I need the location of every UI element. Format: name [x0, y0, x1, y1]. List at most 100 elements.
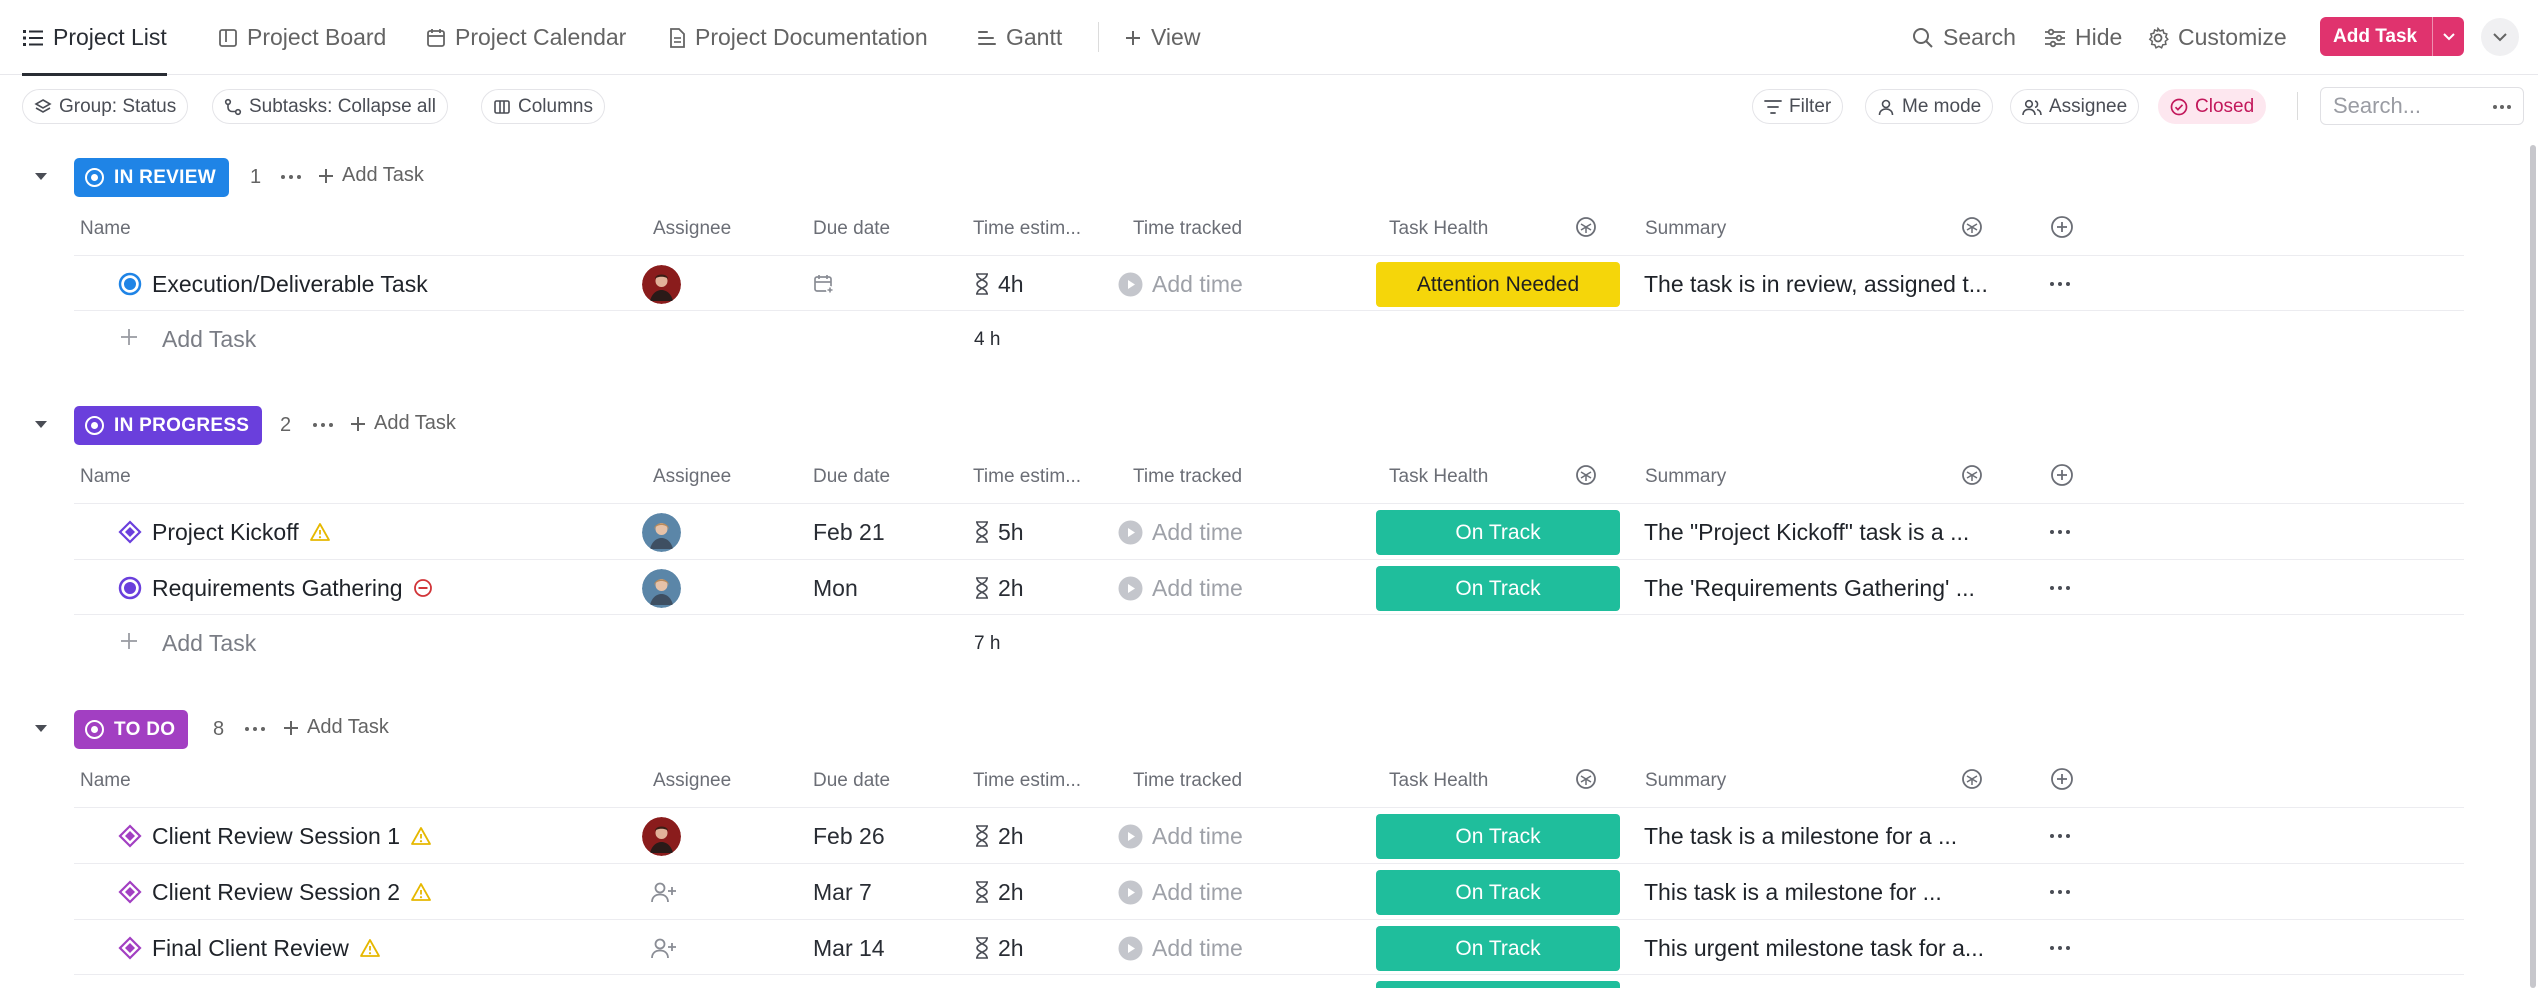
task-health-badge[interactable]: On Track — [1376, 510, 1620, 555]
more-icon[interactable] — [2491, 96, 2513, 118]
row-more-button[interactable] — [2049, 504, 2071, 560]
row-more-button[interactable] — [2049, 808, 2071, 864]
closed-filter-button[interactable]: Closed — [2158, 89, 2267, 124]
task-row[interactable]: Requirements Gathering Mon 2h Add time O… — [74, 559, 2464, 615]
due-date-cell[interactable]: Mar 7 — [813, 864, 872, 920]
calendar-add-icon[interactable] — [813, 273, 835, 295]
play-icon[interactable] — [1118, 824, 1143, 849]
tab-project-board[interactable]: Project Board — [218, 0, 386, 75]
summary-cell[interactable]: The task is in review, assigned t... — [1644, 256, 2004, 312]
due-date-cell[interactable]: Feb 21 — [813, 504, 885, 560]
row-more-button[interactable] — [2049, 920, 2071, 976]
add-assignee-icon[interactable] — [651, 937, 677, 959]
ai-icon[interactable] — [1960, 767, 1984, 791]
row-more-button[interactable] — [2049, 864, 2071, 920]
task-health-badge[interactable]: Attention Needed — [1376, 262, 1620, 307]
summary-cell[interactable]: This urgent milestone task for a... — [1644, 920, 2004, 976]
priority-blocked-icon[interactable] — [413, 578, 433, 598]
chevron-down-icon[interactable] — [34, 172, 48, 182]
add-column-icon[interactable] — [2050, 215, 2074, 239]
time-tracked-cell[interactable]: Add time — [1118, 808, 1243, 864]
task-name[interactable]: Requirements Gathering — [152, 575, 403, 602]
column-due-date[interactable]: Due date — [813, 466, 890, 488]
milestone-diamond-icon[interactable] — [118, 936, 142, 960]
ai-icon[interactable] — [1574, 767, 1598, 791]
summary-cell[interactable]: The "Project Kickoff" task is a ... — [1644, 504, 2004, 560]
column-time-estimate[interactable]: Time estim... — [973, 466, 1081, 488]
play-icon[interactable] — [1118, 520, 1143, 545]
collapse-header-button[interactable] — [2481, 18, 2519, 56]
summary-cell[interactable]: The task is a milestone for a ... — [1644, 808, 2004, 864]
task-row[interactable]: Execution/Deliverable Task 4h Add time A… — [74, 255, 2464, 311]
column-time-estimate[interactable]: Time estim... — [973, 770, 1081, 792]
add-task-row[interactable]: Add Task 7 h — [74, 615, 2464, 671]
task-name[interactable]: Project Kickoff — [152, 519, 299, 546]
customize-button[interactable]: Customize — [2147, 0, 2287, 75]
tab-project-documentation[interactable]: Project Documentation — [668, 0, 928, 75]
task-row[interactable]: Client Review Session 1 Feb 26 2h Add ti… — [74, 807, 2464, 863]
chevron-down-icon[interactable] — [34, 420, 48, 430]
assignee-cell[interactable] — [651, 864, 677, 920]
task-name[interactable]: Client Review Session 2 — [152, 879, 400, 906]
column-assignee[interactable]: Assignee — [653, 218, 731, 240]
time-estimate-cell[interactable]: 2h — [975, 560, 1024, 616]
task-name[interactable]: Final Client Review — [152, 935, 349, 962]
column-time-estimate[interactable]: Time estim... — [973, 218, 1081, 240]
time-tracked-cell[interactable]: Add time — [1118, 920, 1243, 976]
play-icon[interactable] — [1118, 936, 1143, 961]
time-tracked-cell[interactable]: Add time — [1118, 560, 1243, 616]
column-task-health[interactable]: Task Health — [1389, 770, 1488, 792]
column-due-date[interactable]: Due date — [813, 770, 890, 792]
add-view-button[interactable]: View — [1124, 0, 1200, 75]
ai-icon[interactable] — [1574, 463, 1598, 487]
more-icon[interactable] — [312, 412, 334, 438]
column-assignee[interactable]: Assignee — [653, 770, 731, 792]
time-tracked-cell[interactable]: Add time — [1118, 256, 1243, 312]
tab-project-list[interactable]: Project List — [22, 0, 167, 76]
task-name-cell[interactable]: Execution/Deliverable Task — [118, 256, 428, 312]
task-health-badge[interactable]: On Track — [1376, 566, 1620, 611]
time-estimate-cell[interactable]: 5h — [975, 504, 1024, 560]
column-summary[interactable]: Summary — [1645, 218, 1726, 240]
task-name[interactable]: Execution/Deliverable Task — [152, 271, 428, 298]
task-name-cell[interactable]: Requirements Gathering — [118, 560, 433, 616]
column-summary[interactable]: Summary — [1645, 466, 1726, 488]
assignee-cell[interactable] — [642, 256, 681, 312]
warning-icon[interactable] — [309, 522, 331, 542]
due-date-cell[interactable]: Mar 14 — [813, 920, 885, 976]
summary-cell[interactable]: The 'Requirements Gathering' ... — [1644, 560, 2004, 616]
assignee-cell[interactable] — [642, 808, 681, 864]
status-badge[interactable]: IN PROGRESS — [74, 406, 263, 445]
play-icon[interactable] — [1118, 576, 1143, 601]
tab-project-calendar[interactable]: Project Calendar — [426, 0, 626, 75]
add-task-row[interactable]: Add Task 4 h — [74, 311, 2464, 367]
play-icon[interactable] — [1118, 272, 1143, 297]
row-more-button[interactable] — [2049, 256, 2071, 312]
me-mode-button[interactable]: Me mode — [1865, 89, 1994, 124]
status-badge[interactable]: TO DO — [74, 710, 189, 749]
group-add-task-button[interactable]: Add Task — [350, 412, 456, 435]
milestone-diamond-icon[interactable] — [118, 520, 142, 544]
column-name[interactable]: Name — [80, 466, 131, 488]
status-badge[interactable]: IN REVIEW — [74, 158, 229, 197]
task-row[interactable]: Final Client Review Mar 14 2h Add time O… — [74, 919, 2464, 975]
task-health-badge[interactable]: On Track — [1376, 926, 1620, 971]
column-due-date[interactable]: Due date — [813, 218, 890, 240]
assignee-cell[interactable] — [642, 504, 681, 560]
time-estimate-cell[interactable]: 4h — [975, 256, 1024, 312]
time-estimate-cell[interactable]: 2h — [975, 864, 1024, 920]
search-button[interactable]: Search — [1912, 0, 2016, 75]
ai-icon[interactable] — [1574, 215, 1598, 239]
task-health-badge[interactable]: On Track — [1376, 814, 1620, 859]
group-add-task-button[interactable]: Add Task — [283, 716, 389, 739]
group-add-task-button[interactable]: Add Task — [318, 164, 424, 187]
task-name-cell[interactable]: Client Review Session 2 — [118, 864, 432, 920]
column-time-tracked[interactable]: Time tracked — [1133, 770, 1242, 792]
warning-icon[interactable] — [410, 826, 432, 846]
subtasks-button[interactable]: Subtasks: Collapse all — [212, 89, 448, 124]
search-input[interactable]: Search... — [2320, 87, 2524, 125]
hide-button[interactable]: Hide — [2044, 0, 2122, 75]
add-task-button[interactable]: Add Task — [2320, 17, 2464, 56]
task-name-cell[interactable]: Project Kickoff — [118, 504, 331, 560]
ai-icon[interactable] — [1960, 463, 1984, 487]
